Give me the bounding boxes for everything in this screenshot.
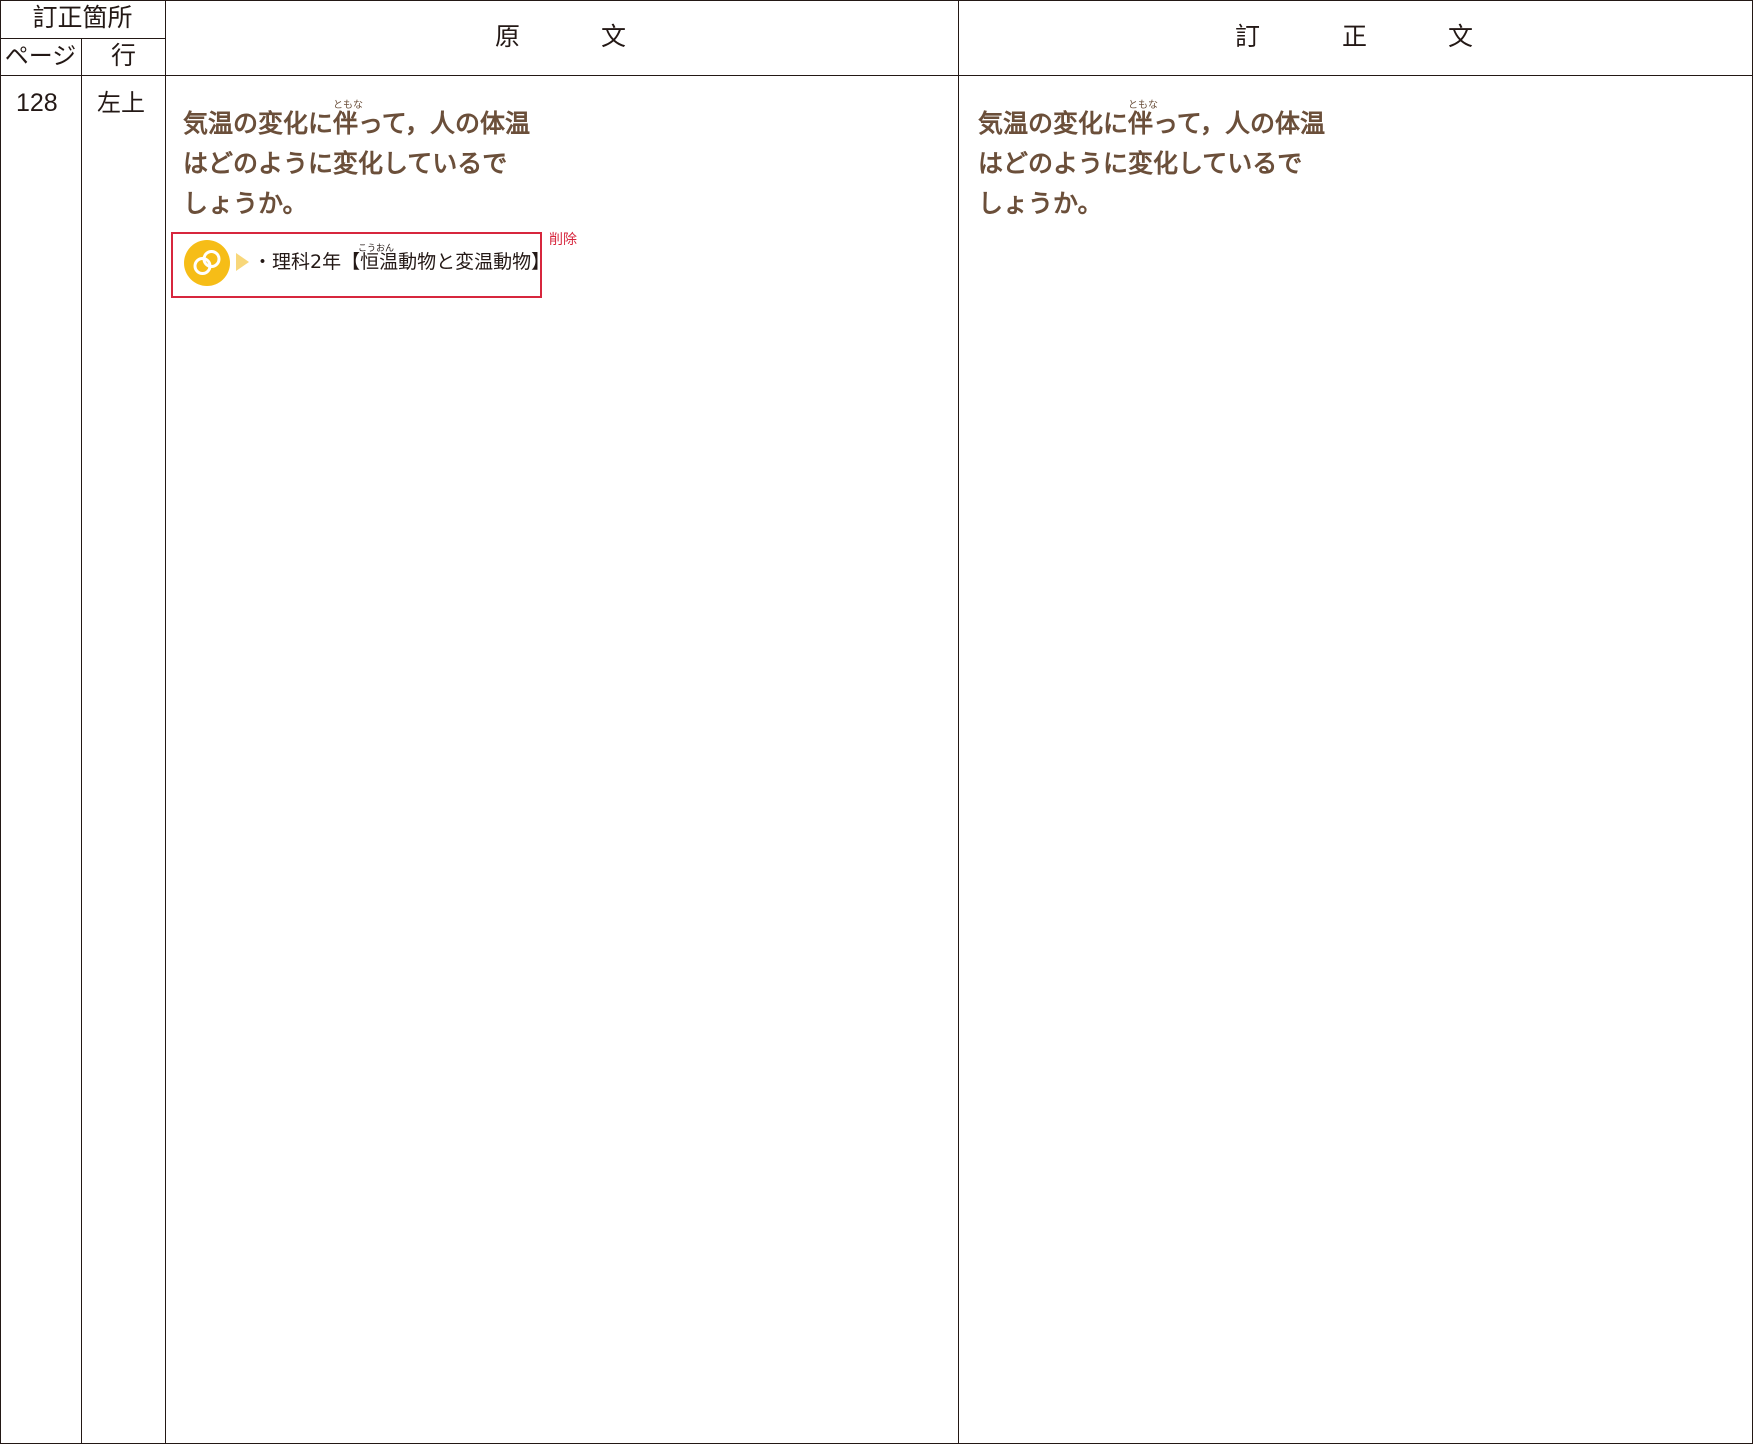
table-border-left — [0, 0, 1, 1444]
header-subdivider — [0, 38, 166, 39]
line-header: 行 — [110, 41, 136, 70]
original-header-char-2: 文 — [601, 22, 627, 51]
header-bottom-border — [0, 75, 1753, 76]
original-question-line-3: しょうか。 — [183, 189, 308, 218]
original-header: 原 文 — [166, 22, 958, 54]
original-header-char-1: 原 — [495, 22, 521, 51]
link-text[interactable]: ・理科2年【恒温動物と変温動物】 — [253, 249, 550, 275]
column-divider-page-line — [81, 38, 82, 1444]
play-arrow-icon — [236, 253, 249, 271]
original-question-line-2: はどのように変化しているで — [183, 149, 508, 178]
corrected-question-line-3: しょうか。 — [978, 189, 1103, 218]
corrected-question-line-2: はどのように変化しているで — [978, 149, 1303, 178]
chain-link-icon — [193, 250, 221, 275]
corrected-header-char-3: 文 — [1448, 22, 1474, 51]
column-divider-original — [165, 0, 166, 1444]
corrected-header-char-2: 正 — [1342, 22, 1368, 51]
correction-table: 訂正箇所 ページ 行 原 文 訂 正 文 128 左上 ともな 気温の変化に伴っ… — [0, 0, 1753, 1444]
link-icon — [184, 240, 230, 286]
delete-note: 削除 — [549, 232, 577, 248]
page-header: ページ — [4, 42, 77, 70]
location-header: 訂正箇所 — [32, 3, 133, 32]
original-question-line-1: 気温の変化に伴って，人の体温 — [183, 109, 531, 138]
corrected-header: 訂 正 文 — [959, 22, 1752, 54]
entry-line-position: 左上 — [97, 89, 145, 117]
corrected-question-line-1: 気温の変化に伴って，人の体温 — [978, 109, 1326, 138]
column-divider-corrected — [958, 0, 959, 1444]
corrected-header-char-1: 訂 — [1235, 22, 1261, 51]
table-border-top — [0, 0, 1753, 1]
entry-page-number: 128 — [16, 89, 58, 117]
